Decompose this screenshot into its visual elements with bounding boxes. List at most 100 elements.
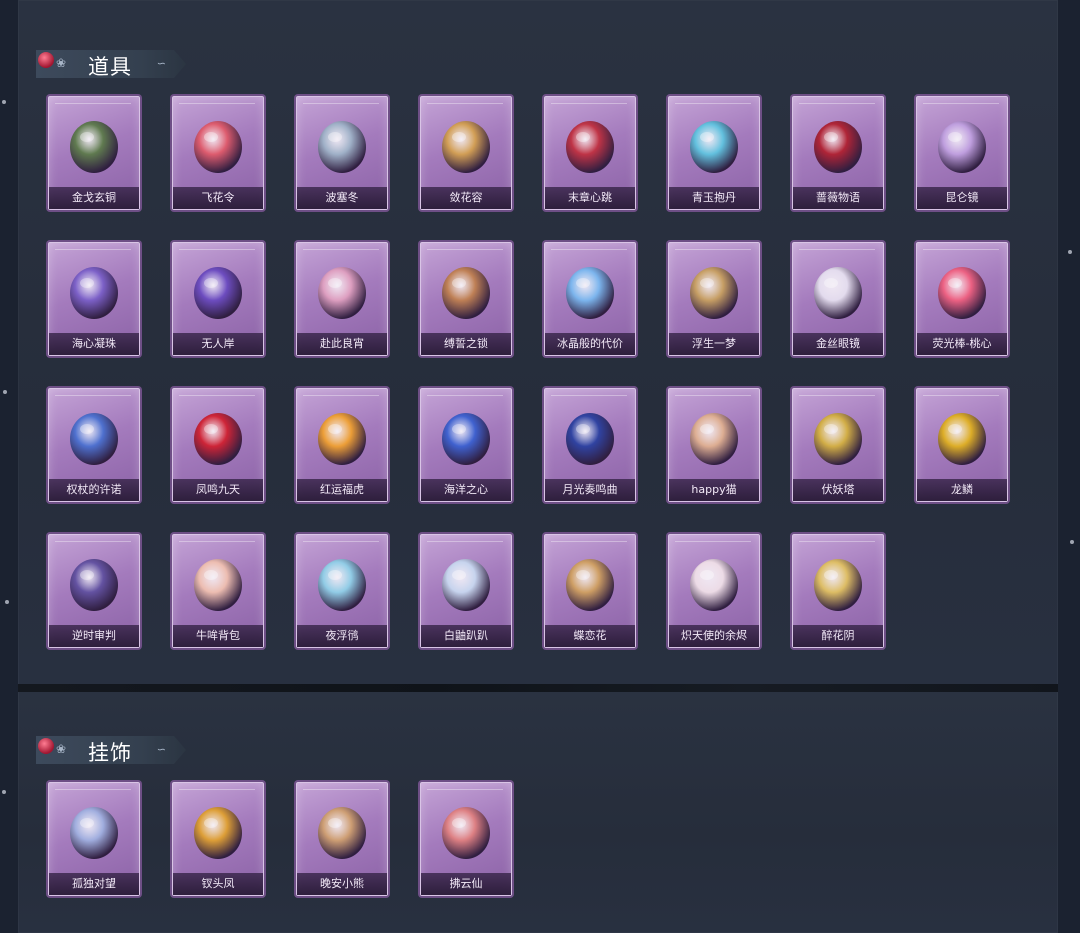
item-label: 昆仑镜 <box>917 187 1007 209</box>
pearl-shell-icon <box>59 255 129 325</box>
potion-bottle-icon <box>679 109 749 179</box>
item-card[interactable]: 敛花容 <box>420 96 512 210</box>
item-card[interactable]: 金丝眼镜 <box>792 242 884 356</box>
item-label: 白鼬趴趴 <box>421 625 511 647</box>
item-label: 月光奏鸣曲 <box>545 479 635 501</box>
item-label: 逆时审判 <box>49 625 139 647</box>
flower-bouquet-icon <box>183 109 253 179</box>
angel-doll-icon <box>679 547 749 617</box>
card-ornament <box>799 249 875 250</box>
item-card[interactable]: happy猫 <box>668 388 760 502</box>
item-label: 红运福虎 <box>297 479 387 501</box>
card-ornament <box>303 103 379 104</box>
item-label: 牛哞背包 <box>173 625 263 647</box>
item-card[interactable]: 蔷薇物语 <box>792 96 884 210</box>
background-star <box>3 390 7 394</box>
card-ornament <box>303 249 379 250</box>
item-card[interactable]: 月光奏鸣曲 <box>544 388 636 502</box>
charm-girl-icon <box>59 795 129 865</box>
item-card[interactable]: 赴此良宵 <box>296 242 388 356</box>
item-card[interactable]: 钗头凤 <box>172 782 264 896</box>
card-ornament <box>799 395 875 396</box>
cow-backpack-icon <box>183 547 253 617</box>
item-card[interactable]: 波塞冬 <box>296 96 388 210</box>
background-star <box>2 100 6 104</box>
card-ornament <box>179 541 255 542</box>
item-card[interactable]: 夜浮鸻 <box>296 534 388 648</box>
item-label: 飞花令 <box>173 187 263 209</box>
item-label: 醉花阴 <box>793 625 883 647</box>
golden-key-icon <box>927 401 997 471</box>
item-label: 拂云仙 <box>421 873 511 895</box>
item-card[interactable]: 末章心跳 <box>544 96 636 210</box>
first-aid-kit-icon <box>803 109 873 179</box>
item-card[interactable]: 龙鳞 <box>916 388 1008 502</box>
item-label: 浮生一梦 <box>669 333 759 355</box>
jellyfish-icon <box>307 547 377 617</box>
charm-bear-icon <box>307 795 377 865</box>
phoenix-sword-icon <box>183 401 253 471</box>
item-label: 海洋之心 <box>421 479 511 501</box>
item-label: 敛花容 <box>421 187 511 209</box>
item-card[interactable]: 冰晶般的代价 <box>544 242 636 356</box>
item-card[interactable]: 权杖的许诺 <box>48 388 140 502</box>
section-header-items: ❀ 道具 ∽ <box>36 50 186 78</box>
item-card[interactable]: 凤鸣九天 <box>172 388 264 502</box>
item-card[interactable]: 孤独对望 <box>48 782 140 896</box>
item-card[interactable]: 昆仑镜 <box>916 96 1008 210</box>
item-card[interactable]: 红运福虎 <box>296 388 388 502</box>
pagoda-icon <box>803 401 873 471</box>
background-star <box>1070 540 1074 544</box>
item-card[interactable]: 蝶恋花 <box>544 534 636 648</box>
item-card[interactable]: 牛哞背包 <box>172 534 264 648</box>
item-label: 伏妖塔 <box>793 479 883 501</box>
item-label: happy猫 <box>669 479 759 501</box>
item-card[interactable]: 海心凝珠 <box>48 242 140 356</box>
background-star <box>5 600 9 604</box>
card-ornament <box>303 789 379 790</box>
background-star <box>2 790 6 794</box>
swirl-ornament-icon: ∽ <box>156 57 166 70</box>
item-card[interactable]: 海洋之心 <box>420 388 512 502</box>
card-ornament <box>55 789 131 790</box>
item-card[interactable]: 醉花阴 <box>792 534 884 648</box>
item-label: 冰晶般的代价 <box>545 333 635 355</box>
item-card[interactable]: 青玉抱丹 <box>668 96 760 210</box>
item-card[interactable]: 缚誓之锁 <box>420 242 512 356</box>
item-label: 晚安小熊 <box>297 873 387 895</box>
card-ornament <box>675 395 751 396</box>
item-card[interactable]: 浮生一梦 <box>668 242 760 356</box>
item-label: 权杖的许诺 <box>49 479 139 501</box>
chain-icon <box>431 255 501 325</box>
flower-ring-icon <box>555 547 625 617</box>
swirl-ornament-icon: ❀ <box>56 742 67 756</box>
item-label: 钗头凤 <box>173 873 263 895</box>
card-ornament <box>179 103 255 104</box>
card-ornament <box>551 249 627 250</box>
card-ornament <box>55 103 131 104</box>
item-card[interactable]: 飞花令 <box>172 96 264 210</box>
item-card[interactable]: 荧光棒-桃心 <box>916 242 1008 356</box>
item-card[interactable]: 无人岸 <box>172 242 264 356</box>
section-divider <box>18 684 1058 692</box>
hourglass-icon <box>679 255 749 325</box>
folding-fan-icon <box>307 255 377 325</box>
charm-phoenix-icon <box>183 795 253 865</box>
item-card[interactable]: 白鼬趴趴 <box>420 534 512 648</box>
trident-icon <box>307 109 377 179</box>
item-label: 炽天使的余烬 <box>669 625 759 647</box>
item-card[interactable]: 炽天使的余烬 <box>668 534 760 648</box>
item-label: 无人岸 <box>173 333 263 355</box>
item-card[interactable]: 晚安小熊 <box>296 782 388 896</box>
heart-necklace-icon <box>431 401 501 471</box>
item-card[interactable]: 伏妖塔 <box>792 388 884 502</box>
ruby-gem-icon <box>38 52 54 68</box>
glasses-icon <box>803 255 873 325</box>
card-ornament <box>55 395 131 396</box>
item-card[interactable]: 逆时审判 <box>48 534 140 648</box>
card-ornament <box>55 541 131 542</box>
item-card[interactable]: 拂云仙 <box>420 782 512 896</box>
card-ornament <box>179 789 255 790</box>
card-ornament <box>675 249 751 250</box>
item-card[interactable]: 金戈玄铜 <box>48 96 140 210</box>
